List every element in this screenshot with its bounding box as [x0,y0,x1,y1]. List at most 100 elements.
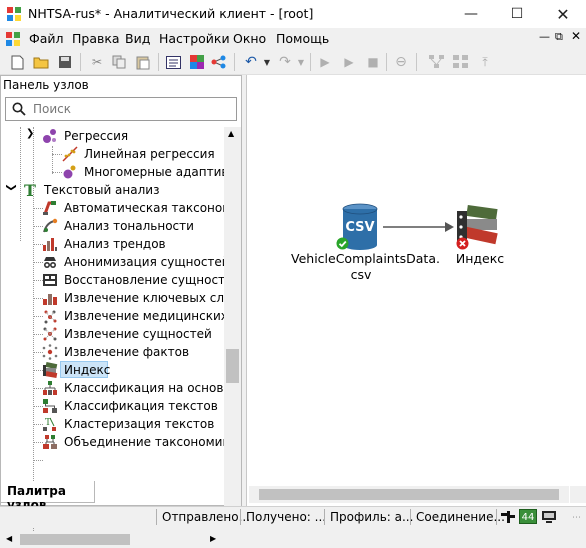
tree-item-index[interactable]: Индекс [2,361,224,379]
tab-node-palette[interactable]: Палитра узлов [0,481,95,512]
tree-item-clustering[interactable]: T Кластеризация текстов [2,415,224,433]
run-icon[interactable]: ▶ [316,53,334,71]
menu-help[interactable]: Помощь [276,31,329,46]
tree-item-sentiment[interactable]: Анализ тональности [2,217,224,235]
svg-text:T: T [45,418,51,428]
group-icon[interactable] [452,53,470,71]
search-input[interactable]: Поиск [5,97,237,121]
search-icon [12,102,26,116]
menu-edit[interactable]: Правка [72,31,120,46]
clustering-icon: T [43,417,56,431]
tree-vertical-scrollbar[interactable]: ▲ ▼ [224,127,241,531]
connection-plug-icon[interactable] [501,511,515,523]
text-analysis-icon: T [24,182,36,198]
minimize-button[interactable]: — [448,0,494,28]
copy-icon[interactable] [110,53,128,71]
tree-item-taxonomy-classification[interactable]: Классификация на основе та [2,379,224,397]
tree-item-mars[interactable]: Многомерные адаптивные [2,163,224,181]
csv-node-label-line2: csv [350,267,372,282]
anonymize-icon [44,257,56,268]
save-icon[interactable] [56,53,74,71]
cancel-icon[interactable]: ⊖ [392,53,410,71]
panel-title: Панель узлов [3,78,89,92]
csv-badge: CSV [345,220,375,235]
close-button[interactable]: ✕ [540,0,586,28]
tree-item-merge-taxonomy[interactable]: Объединение таксономий [2,433,224,451]
menu-file[interactable]: Файл [29,31,64,46]
tree-item-trends[interactable]: Анализ трендов [2,235,224,253]
cut-icon[interactable]: ✂ [88,53,106,71]
scroll-left-icon[interactable]: ◀ [6,534,12,543]
canvas-horizontal-scrollbar[interactable] [249,486,569,503]
status-connection: Соединение... [416,510,505,524]
menu-view[interactable]: Вид [125,31,150,46]
svg-text:T: T [24,182,36,198]
taxonomy-icon [43,201,56,215]
tree-item-anonymize[interactable]: Анонимизация сущностей [2,253,224,271]
scroll-corner [570,486,586,503]
scroll-up-icon[interactable]: ▲ [228,129,234,138]
index-node-label: Индекс [455,251,505,266]
facts-icon [42,344,58,360]
restore-icon [43,274,57,286]
index-node[interactable] [455,203,501,251]
node-panel: Панель узлов Поиск ❯ Регрессия Линейная … [0,75,242,548]
tree-vertical-scroll-thumb[interactable] [226,349,239,383]
tree-horizontal-scroll-thumb[interactable] [20,534,130,545]
run-all-icon[interactable]: ▶ [340,53,358,71]
export-icon[interactable]: ⤒ [476,53,494,71]
toolbar: ✂ ↶ ▼ ↷ ▼ ▶ ▶ ■ ⊖ ⤒ [0,50,586,75]
menu-window[interactable]: Окно [233,31,266,46]
status-count-badge: 44 [519,509,537,524]
maximize-button[interactable]: ☐ [494,0,540,28]
mdi-restore-icon[interactable]: ⧉ [555,30,563,44]
redo-dropdown-icon[interactable]: ▼ [292,53,310,71]
workflow-canvas[interactable]: CSV VehicleComplaintsData. csv Индекс [246,75,586,506]
layout-icon[interactable] [428,53,446,71]
status-profile: Профиль: а... [330,510,414,524]
app-icon [7,7,21,21]
tree-item-restore[interactable]: Восстановление сущностей [2,271,224,289]
monitor-icon[interactable] [541,510,557,524]
stop-icon[interactable]: ■ [364,53,382,71]
search-placeholder: Поиск [33,102,72,116]
mars-icon [63,165,76,179]
properties-icon[interactable] [164,53,182,71]
menu-bar: Файл Правка Вид Настройки Окно Помощь — … [0,28,586,50]
paste-icon[interactable] [134,53,152,71]
tree-item-linear-regression[interactable]: Линейная регрессия [2,145,224,163]
merge-icon [43,435,57,449]
csv-node-label-line1: VehicleComplaintsData. [291,251,440,266]
menu-settings[interactable]: Настройки [159,31,230,46]
csv-node[interactable]: CSV [336,203,378,251]
tree-horizontal-scrollbar[interactable]: ◀ ▶ [2,531,224,548]
mdi-minimize-icon[interactable]: — [539,30,550,43]
app-menu-icon[interactable] [6,32,20,46]
tree-item-regression[interactable]: ❯ Регрессия [2,127,224,145]
node-tree: ❯ Регрессия Линейная регрессия Многомерн… [2,127,224,531]
expand-chevron-icon[interactable]: ❯ [26,128,34,139]
classification-icon [43,381,57,395]
sentiment-icon [43,218,58,233]
palette-icon[interactable] [188,53,206,71]
canvas-horizontal-scroll-thumb[interactable] [259,489,559,500]
mdi-close-icon[interactable]: ✕ [571,29,581,43]
tree-item-text-analysis[interactable]: ❯ T Текстовый анализ [2,181,224,199]
tree-item-text-classification[interactable]: Классификация текстов [2,397,224,415]
connection-arrow[interactable] [381,219,455,235]
tree-item-facts[interactable]: Извлечение фактов [2,343,224,361]
resize-grip-icon[interactable]: ⋯ [572,513,581,523]
tree-item-keywords[interactable]: Извлечение ключевых слов [2,289,224,307]
regression-icon [43,129,56,143]
tree-item-auto-taxonomy[interactable]: Автоматическая таксономия [2,199,224,217]
undo-dropdown-icon[interactable]: ▼ [258,53,276,71]
tree-item-entities[interactable]: Извлечение сущностей [2,325,224,343]
tree-item-medical[interactable]: Извлечение медицинских сущ [2,307,224,325]
expand-chevron-icon[interactable]: ❯ [6,183,17,191]
tree-item-partial [2,451,224,469]
open-folder-icon[interactable] [32,53,50,71]
new-file-icon[interactable] [8,53,26,71]
scroll-right-icon[interactable]: ▶ [210,534,216,543]
share-icon[interactable] [210,53,228,71]
medical-icon [44,310,57,324]
